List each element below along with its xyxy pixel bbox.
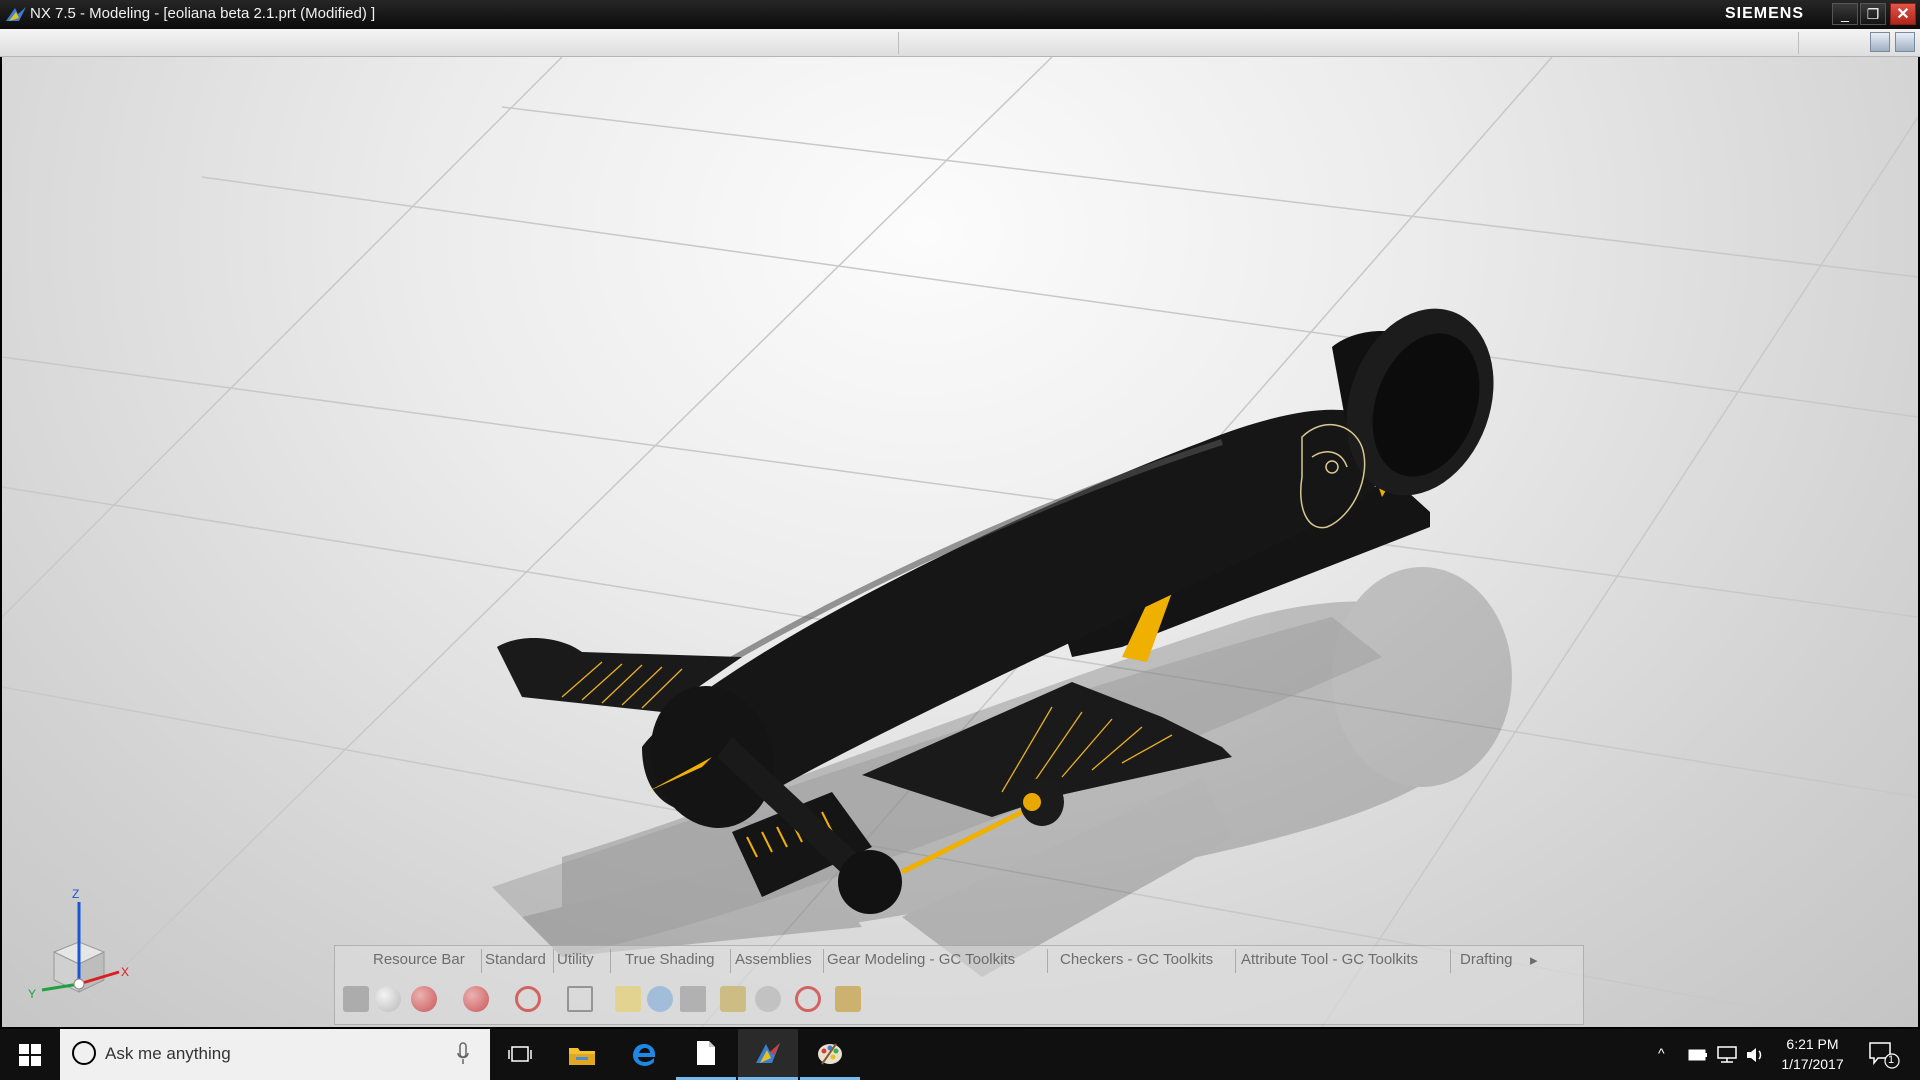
window-title: NX 7.5 - Modeling - [eoliana beta 2.1.pr… [30, 5, 376, 22]
red-sphere-icon[interactable] [411, 986, 437, 1012]
window-layout-icon[interactable] [1895, 32, 1915, 52]
ribbon-divider [898, 32, 899, 54]
tab-separator [1047, 949, 1048, 973]
tab-checkers[interactable]: Checkers - GC Toolkits [1060, 951, 1213, 968]
title-bar: NX 7.5 - Modeling - [eoliana beta 2.1.pr… [0, 0, 1920, 29]
tab-separator [481, 949, 482, 973]
person-icon[interactable] [647, 986, 673, 1012]
tab-standard[interactable]: Standard [485, 951, 546, 968]
system-clock[interactable]: 6:21 PM 1/17/2017 [1765, 1034, 1860, 1074]
tabs-more-button[interactable]: ▸ [1530, 951, 1538, 969]
battery-icon[interactable] [1688, 1048, 1708, 1062]
search-box[interactable]: Ask me anything [60, 1029, 490, 1080]
no-entry-icon[interactable] [795, 986, 821, 1012]
triad-y-label: Y [28, 987, 36, 1001]
tab-assemblies[interactable]: Assemblies [735, 951, 812, 968]
no-entry-icon[interactable] [515, 986, 541, 1012]
document-icon [697, 1041, 715, 1065]
ribbon-divider [1798, 32, 1799, 54]
shaded-sphere-icon[interactable] [375, 986, 401, 1012]
grid-icon[interactable] [680, 986, 706, 1012]
microphone-icon[interactable] [456, 1041, 470, 1067]
nx-logo-icon [6, 7, 26, 21]
windows-logo-icon [19, 1043, 41, 1066]
minimize-button[interactable]: _ [1832, 3, 1858, 25]
dots-icon[interactable] [755, 986, 781, 1012]
material-sphere-icon[interactable] [463, 986, 489, 1012]
nx-icon [756, 1043, 780, 1063]
tab-gear-modeling[interactable]: Gear Modeling - GC Toolkits [827, 951, 1015, 968]
nx-app-button[interactable] [738, 1029, 798, 1080]
graphics-viewport[interactable]: Z X Y [2, 57, 1918, 1027]
tab-attribute-tool[interactable]: Attribute Tool - GC Toolkits [1241, 951, 1418, 968]
cue-line-bar [0, 29, 1920, 57]
start-button[interactable] [0, 1029, 60, 1080]
network-icon[interactable] [1716, 1046, 1738, 1064]
search-placeholder: Ask me anything [105, 1044, 231, 1063]
triad-x-label: X [121, 965, 129, 979]
edge-button[interactable] [614, 1029, 674, 1080]
tab-true-shading[interactable]: True Shading [625, 951, 715, 968]
tab-separator [610, 949, 611, 973]
clock-time: 6:21 PM [1786, 1036, 1839, 1052]
siemens-brand: SIEMENS [1725, 5, 1805, 22]
cortana-icon [72, 1041, 96, 1065]
notification-count: 1 [1888, 1054, 1895, 1066]
view-triad[interactable]: Z X Y [24, 872, 134, 1012]
paint-button[interactable] [800, 1029, 860, 1080]
layout-icon[interactable] [1870, 32, 1890, 52]
front-wheel [838, 850, 902, 914]
tray-chevron-icon[interactable]: ^ [1658, 1045, 1665, 1061]
task-view-icon [508, 1045, 532, 1062]
document-button[interactable] [676, 1029, 736, 1080]
tab-utility[interactable]: Utility [557, 951, 594, 968]
tab-resource-bar[interactable]: Resource Bar [373, 951, 465, 968]
axle-hub [1023, 793, 1041, 811]
tab-separator [730, 949, 731, 973]
volume-icon[interactable] [1745, 1046, 1765, 1064]
tab-separator [823, 949, 824, 973]
notifications-icon[interactable] [1868, 1040, 1902, 1070]
restore-button[interactable]: ❐ [1860, 3, 1886, 25]
file-explorer-icon [569, 1047, 595, 1065]
file-explorer-button[interactable] [552, 1029, 612, 1080]
task-view-button[interactable] [490, 1029, 550, 1080]
frame-icon[interactable] [567, 986, 593, 1012]
light-icon[interactable] [615, 986, 641, 1012]
toolbar-tabs: Resource Bar Standard Utility True Shadi… [335, 946, 1583, 976]
tab-separator [553, 949, 554, 973]
model-scene [2, 57, 1918, 1027]
tab-separator [1235, 949, 1236, 973]
studio-icon[interactable] [720, 986, 746, 1012]
wrench-icon[interactable] [835, 986, 861, 1012]
triad-z-label: Z [72, 887, 79, 901]
floating-toolbar: Resource Bar Standard Utility True Shadi… [334, 945, 1584, 1025]
gear-icon[interactable] [343, 986, 369, 1012]
tab-drafting[interactable]: Drafting [1460, 951, 1513, 968]
taskbar: Ask me anything ^ 6:21 PM 1/17/2017 1 [0, 1029, 1920, 1080]
edge-icon [633, 1043, 655, 1066]
tab-separator [1450, 949, 1451, 973]
paint-icon [818, 1043, 842, 1065]
clock-date: 1/17/2017 [1781, 1056, 1844, 1072]
close-button[interactable]: ✕ [1890, 3, 1916, 25]
